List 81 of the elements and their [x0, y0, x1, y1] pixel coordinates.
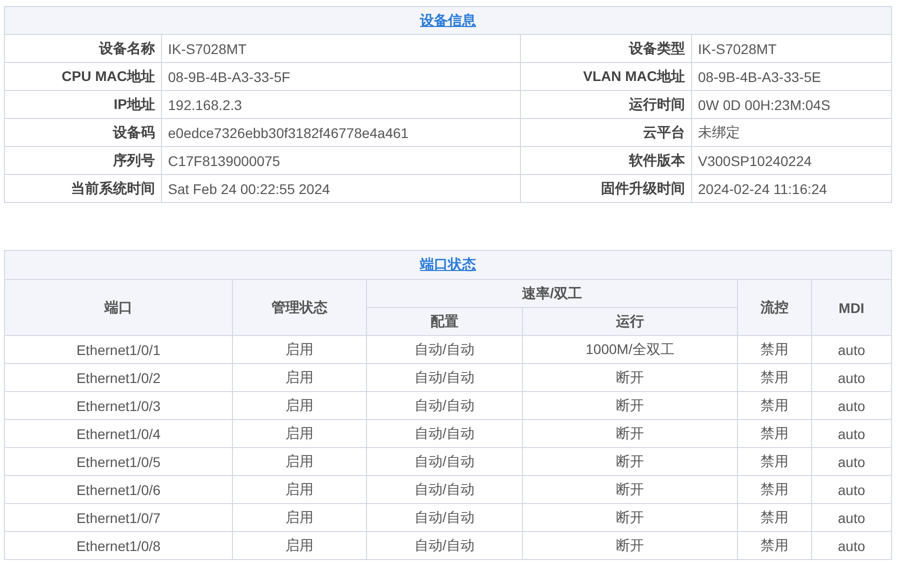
table-cell: 启用 [232, 504, 366, 532]
table-cell: 断开 [522, 420, 738, 448]
field-label: 当前系统时间 [4, 174, 162, 202]
table-cell: auto [812, 420, 892, 448]
table-cell: 禁用 [738, 532, 812, 560]
table-cell: 启用 [232, 420, 366, 448]
column-header: MDI [812, 280, 892, 336]
table-cell: 自动/自动 [366, 392, 522, 420]
field-value: IK-S7028MT [162, 34, 520, 62]
table-cell: 启用 [232, 476, 366, 504]
field-value: 未绑定 [692, 118, 892, 146]
table-cell: Ethernet1/0/8 [4, 532, 232, 560]
table-cell: Ethernet1/0/7 [4, 504, 232, 532]
table-cell: 断开 [522, 364, 738, 392]
table-cell: 禁用 [738, 392, 812, 420]
field-label: IP地址 [4, 90, 162, 118]
table-cell: 启用 [232, 364, 366, 392]
field-value: 0W 0D 00H:23M:04S [692, 90, 892, 118]
field-label: 运行时间 [520, 90, 692, 118]
field-label: 固件升级时间 [520, 174, 692, 202]
table-cell: 自动/自动 [366, 364, 522, 392]
table-cell: 自动/自动 [366, 532, 522, 560]
table-cell: 禁用 [738, 476, 812, 504]
table-cell: Ethernet1/0/1 [4, 336, 232, 364]
table-cell: 断开 [522, 392, 738, 420]
table-cell: 断开 [522, 532, 738, 560]
column-header: 配置 [366, 308, 522, 336]
column-header: 流控 [738, 280, 812, 336]
section-title-link[interactable]: 端口状态 [420, 256, 476, 272]
table-cell: auto [812, 476, 892, 504]
table-cell: auto [812, 532, 892, 560]
field-label: 设备类型 [520, 34, 692, 62]
field-value: 2024-02-24 11:16:24 [692, 174, 892, 202]
table-cell: 自动/自动 [366, 448, 522, 476]
table-cell: 启用 [232, 336, 366, 364]
table-cell: 启用 [232, 532, 366, 560]
table-cell: 自动/自动 [366, 476, 522, 504]
table-cell: 自动/自动 [366, 420, 522, 448]
field-value: 192.168.2.3 [162, 90, 520, 118]
field-value: C17F8139000075 [162, 146, 520, 174]
table-cell: 禁用 [738, 364, 812, 392]
column-header: 管理状态 [232, 280, 366, 336]
table-cell: 断开 [522, 448, 738, 476]
field-label: 设备名称 [4, 34, 162, 62]
field-label: VLAN MAC地址 [520, 62, 692, 90]
table-cell: 禁用 [738, 420, 812, 448]
table-cell: Ethernet1/0/3 [4, 392, 232, 420]
table-cell: 断开 [522, 504, 738, 532]
column-header: 运行 [522, 308, 738, 336]
section-title-link[interactable]: 设备信息 [420, 12, 476, 28]
table-cell: 启用 [232, 392, 366, 420]
column-header: 速率/双工 [366, 280, 738, 308]
table-cell: Ethernet1/0/6 [4, 476, 232, 504]
field-value: IK-S7028MT [692, 34, 892, 62]
table-cell: 禁用 [738, 336, 812, 364]
field-value: 08-9B-4B-A3-33-5E [692, 62, 892, 90]
field-label: 序列号 [4, 146, 162, 174]
table-cell: Ethernet1/0/2 [4, 364, 232, 392]
table-cell: 禁用 [738, 504, 812, 532]
field-label: 设备码 [4, 118, 162, 146]
field-label: CPU MAC地址 [4, 62, 162, 90]
table-cell: Ethernet1/0/4 [4, 420, 232, 448]
table-cell: 自动/自动 [366, 336, 522, 364]
table-cell: 启用 [232, 448, 366, 476]
table-cell: Ethernet1/0/5 [4, 448, 232, 476]
table-cell: 断开 [522, 476, 738, 504]
table-cell: auto [812, 336, 892, 364]
field-label: 软件版本 [520, 146, 692, 174]
column-header: 端口 [4, 280, 232, 336]
field-value: 08-9B-4B-A3-33-5F [162, 62, 520, 90]
table-cell: 1000M/全双工 [522, 336, 738, 364]
table-cell: 禁用 [738, 448, 812, 476]
table-cell: auto [812, 504, 892, 532]
table-cell: auto [812, 392, 892, 420]
field-value: e0edce7326ebb30f3182f46778e4a461 [162, 118, 520, 146]
field-label: 云平台 [520, 118, 692, 146]
table-cell: auto [812, 448, 892, 476]
field-value: V300SP10240224 [692, 146, 892, 174]
field-value: Sat Feb 24 00:22:55 2024 [162, 174, 520, 202]
table-cell: 自动/自动 [366, 504, 522, 532]
table-cell: auto [812, 364, 892, 392]
